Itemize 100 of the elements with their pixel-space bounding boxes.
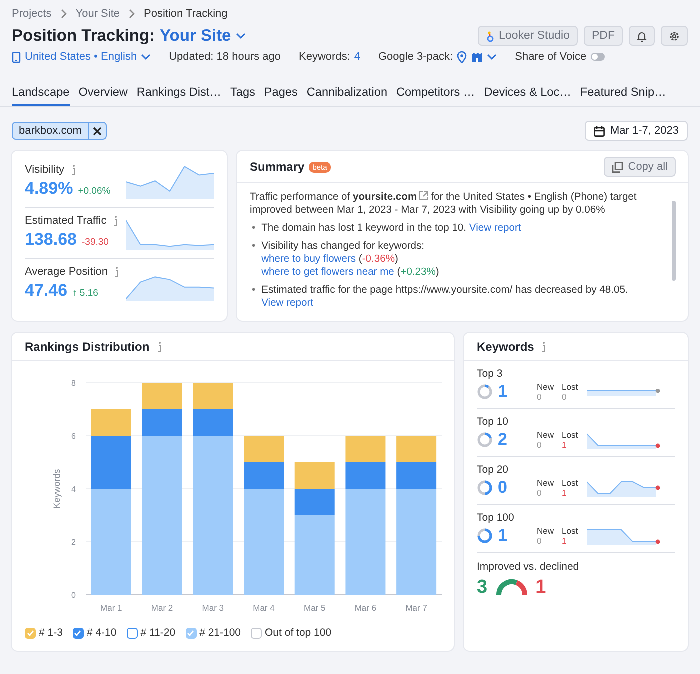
group-label: Top 10 <box>477 416 510 428</box>
settings-icon <box>669 30 680 42</box>
axis-tick-label: 4 <box>72 485 76 494</box>
chart-bar <box>346 436 386 462</box>
legend-checkbox[interactable] <box>25 628 36 638</box>
date-range-button[interactable]: Mar 1-7, 2023 <box>584 121 688 141</box>
checkmark-icon <box>26 630 34 636</box>
site-selector[interactable]: Your Site <box>160 26 232 46</box>
progress-ring <box>477 528 493 544</box>
share-of-voice-label: Share of Voice <box>515 51 587 63</box>
metric-value: 138.68 <box>25 230 77 250</box>
tab[interactable]: Pages <box>264 83 298 106</box>
summary-title: Summary <box>250 160 305 174</box>
bullet-marker: • <box>252 222 256 235</box>
view-report-link[interactable]: View report <box>262 298 314 309</box>
lost-label: Lost <box>562 478 580 488</box>
chevron-right-icon <box>128 9 136 19</box>
axis-tick-label: 6 <box>72 432 76 441</box>
tab[interactable]: Overview <box>78 83 128 106</box>
chevron-down-icon <box>236 32 246 40</box>
checkmark-icon <box>187 630 196 636</box>
tab[interactable]: Featured Snip… <box>580 83 666 106</box>
new-value: 0 <box>537 392 543 402</box>
chevron-down-icon <box>141 53 152 61</box>
tab[interactable]: Competitors … <box>396 83 476 106</box>
breadcrumb-link[interactable]: Projects <box>12 8 52 20</box>
location-selector[interactable]: United States • English <box>25 51 138 63</box>
axis-tick-label: 2 <box>72 538 76 547</box>
chart-bar <box>396 436 437 462</box>
metric-value: 47.46 <box>25 281 68 301</box>
group-label: Top 20 <box>477 464 510 476</box>
axis-tick-label: Mar 7 <box>406 603 428 613</box>
scrollbar[interactable] <box>672 201 676 281</box>
info-icon <box>156 341 163 353</box>
axis-tick-label: Mar 4 <box>253 603 275 613</box>
keyword-link[interactable]: where to get flowers near me <box>262 267 394 278</box>
bullet-marker: • <box>252 284 256 298</box>
keyword-count: 2 <box>498 430 508 450</box>
metric-change: +0.06% <box>78 186 111 197</box>
lost-value: 1 <box>562 536 568 546</box>
legend-label: # 1-3 <box>39 627 63 639</box>
new-value: 0 <box>537 440 543 450</box>
axis-tick-label: Mar 3 <box>202 603 224 613</box>
building-icon <box>471 51 484 63</box>
view-report-link[interactable]: View report <box>469 223 522 234</box>
looker-studio-button[interactable]: Looker Studio <box>478 26 578 46</box>
legend-checkbox[interactable] <box>251 628 262 638</box>
tab[interactable]: Landscape <box>12 83 70 106</box>
progress-ring <box>477 480 493 496</box>
group-label: Top 3 <box>477 368 504 380</box>
chart-bar <box>294 462 335 489</box>
keywords-label: Keywords: <box>299 51 350 63</box>
axis-tick-label: 0 <box>72 591 76 600</box>
legend-checkbox[interactable] <box>126 628 138 638</box>
metric-change: -39.30 <box>82 237 109 248</box>
keyword-link[interactable]: where to buy flowers <box>262 254 356 265</box>
legend-label: # 4-10 <box>86 627 117 639</box>
axis-tick-label: Mar 6 <box>354 603 377 613</box>
notifications-button[interactable] <box>629 26 655 46</box>
new-label: New <box>537 526 556 536</box>
google-3pack-label: Google 3-pack: <box>378 51 454 63</box>
lost-value: 1 <box>562 488 568 498</box>
keyword-count: 1 <box>498 526 508 546</box>
chart-bar <box>193 383 234 410</box>
chevron-right-icon <box>60 9 68 19</box>
new-value: 0 <box>537 536 543 546</box>
progress-ring <box>477 432 493 448</box>
phone-icon <box>12 52 21 62</box>
info-icon <box>70 164 77 176</box>
lost-value: 1 <box>562 440 568 450</box>
summary-bullet: The domain has lost 1 keyword in the top 10. View report <box>262 222 522 235</box>
legend-checkbox[interactable] <box>186 628 197 638</box>
metric-change: ↑ 5.16 <box>72 288 98 299</box>
close-icon <box>92 126 102 136</box>
tab[interactable]: Cannibalization <box>306 83 388 106</box>
lost-value: 0 <box>562 392 568 402</box>
copy-all-button[interactable]: Copy all <box>604 157 676 177</box>
axis-title: Keywords <box>52 469 62 509</box>
toggle-switch[interactable] <box>590 53 605 61</box>
keywords-count[interactable]: 4 <box>354 51 360 63</box>
improved-count: 3 <box>477 577 488 599</box>
pdf-button[interactable]: PDF <box>584 26 623 46</box>
summary-bullet: Visibility has changed for keywords: where to buy flowers (-0.36%) where to get flowers near me (+0.23%) <box>262 240 440 279</box>
legend-checkbox[interactable] <box>72 628 84 638</box>
tab[interactable]: Rankings Dist… <box>136 83 222 106</box>
settings-button[interactable] <box>661 26 688 46</box>
breadcrumb-link[interactable]: Position Tracking <box>144 8 228 20</box>
tab[interactable]: Devices & Loc… <box>484 83 572 106</box>
bell-icon <box>637 30 647 42</box>
filter-tag-label: barkbox.com <box>18 125 83 137</box>
tab[interactable]: Tags <box>230 83 256 106</box>
external-link-icon <box>419 191 430 201</box>
metric-value: 4.89% <box>25 179 74 199</box>
looker-logo-icon <box>486 30 494 42</box>
breadcrumb-link[interactable]: Your Site <box>76 8 120 20</box>
legend-label: Out of top 100 <box>265 627 332 639</box>
location-pin-icon <box>457 51 468 63</box>
lost-label: Lost <box>562 430 580 440</box>
metric-label: Visibility <box>25 164 65 176</box>
page-title: Position Tracking: <box>12 26 156 46</box>
